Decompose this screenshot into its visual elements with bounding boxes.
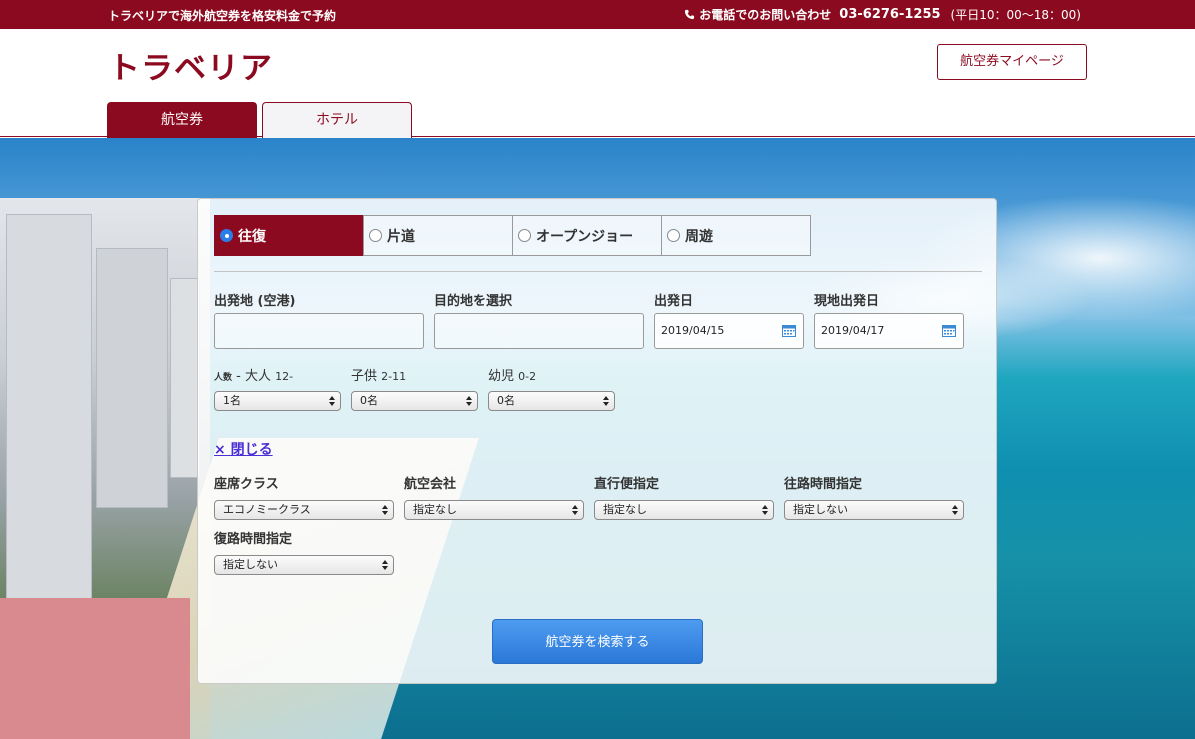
logo[interactable]: トラベリア — [108, 44, 273, 88]
select-arrows-icon — [762, 505, 768, 515]
depart-date-label: 出発日 — [654, 294, 694, 309]
return-date-input[interactable]: 2019/04/17 — [814, 313, 964, 349]
trip-type-selector: 往復 片道 オープンジョー 周遊 — [214, 215, 811, 256]
child-select-value: 0名 — [360, 394, 378, 407]
outbound-time-label: 往路時間指定 — [784, 477, 863, 492]
trip-type-label: 片道 — [387, 228, 415, 245]
destination-input[interactable] — [434, 313, 644, 349]
infant-select[interactable]: 0名 — [488, 391, 615, 411]
adult-label: 人数 - 大人 12- — [214, 369, 294, 384]
infant-range: 0-2 — [518, 370, 537, 383]
child-range: 2-11 — [381, 370, 407, 383]
outbound-time-select[interactable]: 指定しない — [784, 500, 964, 520]
site-tagline: トラベリアで海外航空券を格安料金で予約 — [108, 9, 337, 23]
select-arrows-icon — [329, 396, 335, 406]
depart-date-value: 2019/04/15 — [661, 324, 725, 337]
calendar-icon[interactable] — [942, 324, 956, 337]
adult-select[interactable]: 1名 — [214, 391, 341, 411]
return-time-select[interactable]: 指定しない — [214, 555, 394, 575]
pink-hotel — [0, 598, 190, 739]
nonstop-value: 指定なし — [603, 503, 647, 516]
search-flights-button[interactable]: 航空券を検索する — [492, 619, 703, 664]
phone-number[interactable]: 03-6276-1255 — [839, 7, 940, 22]
contact-info: お電話でのお問い合わせ 03-6276-1255 (平日10：00〜18：00) — [684, 6, 1081, 23]
business-hours: (平日10：00〜18：00) — [950, 8, 1081, 22]
tab-hotels[interactable]: ホテル — [262, 102, 412, 138]
select-arrows-icon — [382, 505, 388, 515]
top-bar: トラベリアで海外航空券を格安料金で予約 お電話でのお問い合わせ 03-6276-… — [0, 0, 1195, 29]
radio-icon[interactable] — [518, 229, 531, 242]
airline-select[interactable]: 指定なし — [404, 500, 584, 520]
adult-label-text: 大人 — [244, 369, 271, 384]
adult-range: 12- — [275, 370, 294, 383]
tab-flights[interactable]: 航空券 — [107, 102, 257, 138]
seat-class-label: 座席クラス — [214, 477, 279, 492]
adult-select-value: 1名 — [223, 394, 241, 407]
calendar-icon[interactable] — [782, 324, 796, 337]
select-arrows-icon — [952, 505, 958, 515]
nonstop-label: 直行便指定 — [594, 477, 660, 492]
airline-label: 航空会社 — [404, 477, 457, 492]
radio-icon[interactable] — [220, 229, 233, 242]
outbound-time-value: 指定しない — [793, 503, 848, 516]
select-arrows-icon — [466, 396, 472, 406]
trip-type-label: 周遊 — [685, 228, 713, 245]
trip-type-oneway[interactable]: 片道 — [363, 215, 513, 256]
trip-type-multicity[interactable]: 周遊 — [661, 215, 811, 256]
nonstop-select[interactable]: 指定なし — [594, 500, 774, 520]
trip-type-roundtrip[interactable]: 往復 — [214, 215, 364, 256]
select-arrows-icon — [382, 560, 388, 570]
return-date-value: 2019/04/17 — [821, 324, 885, 337]
child-select[interactable]: 0名 — [351, 391, 478, 411]
flight-search-panel: 往復 片道 オープンジョー 周遊 出発地 (空港) 目的地を選択 出発日 201… — [197, 198, 997, 684]
return-date-label: 現地出発日 — [814, 294, 880, 309]
depart-date-input[interactable]: 2019/04/15 — [654, 313, 804, 349]
child-label-text: 子供 — [351, 369, 378, 384]
seat-class-select[interactable]: エコノミークラス — [214, 500, 394, 520]
close-options-link[interactable]: × 閉じる — [214, 439, 273, 459]
hotel-tower — [96, 248, 168, 508]
origin-input[interactable] — [214, 313, 424, 349]
trip-type-label: オープンジョー — [536, 228, 634, 245]
return-time-value: 指定しない — [223, 558, 278, 571]
site-header: トラベリア 航空券マイページ 航空券 ホテル — [0, 29, 1195, 138]
airline-value: 指定なし — [413, 503, 457, 516]
radio-icon[interactable] — [667, 229, 680, 242]
seat-class-value: エコノミークラス — [223, 503, 311, 516]
select-arrows-icon — [572, 505, 578, 515]
hotel-tower — [6, 214, 92, 634]
trip-type-label: 往復 — [238, 228, 266, 245]
mypage-button[interactable]: 航空券マイページ — [937, 44, 1087, 80]
infant-select-value: 0名 — [497, 394, 515, 407]
child-label: 子供 2-11 — [351, 365, 406, 384]
pax-prefix: 人数 — [214, 373, 233, 383]
select-arrows-icon — [603, 396, 609, 406]
contact-label: お電話でのお問い合わせ — [699, 8, 832, 22]
return-time-label: 復路時間指定 — [214, 532, 293, 547]
infant-label: 幼児 0-2 — [488, 365, 536, 384]
radio-icon[interactable] — [369, 229, 382, 242]
trip-type-openjaw[interactable]: オープンジョー — [512, 215, 662, 256]
phone-icon — [685, 9, 695, 20]
destination-label: 目的地を選択 — [434, 294, 513, 309]
divider — [214, 271, 982, 272]
hotel-tower — [170, 278, 200, 478]
infant-label-text: 幼児 — [488, 369, 515, 384]
origin-label: 出発地 (空港) — [214, 294, 296, 309]
